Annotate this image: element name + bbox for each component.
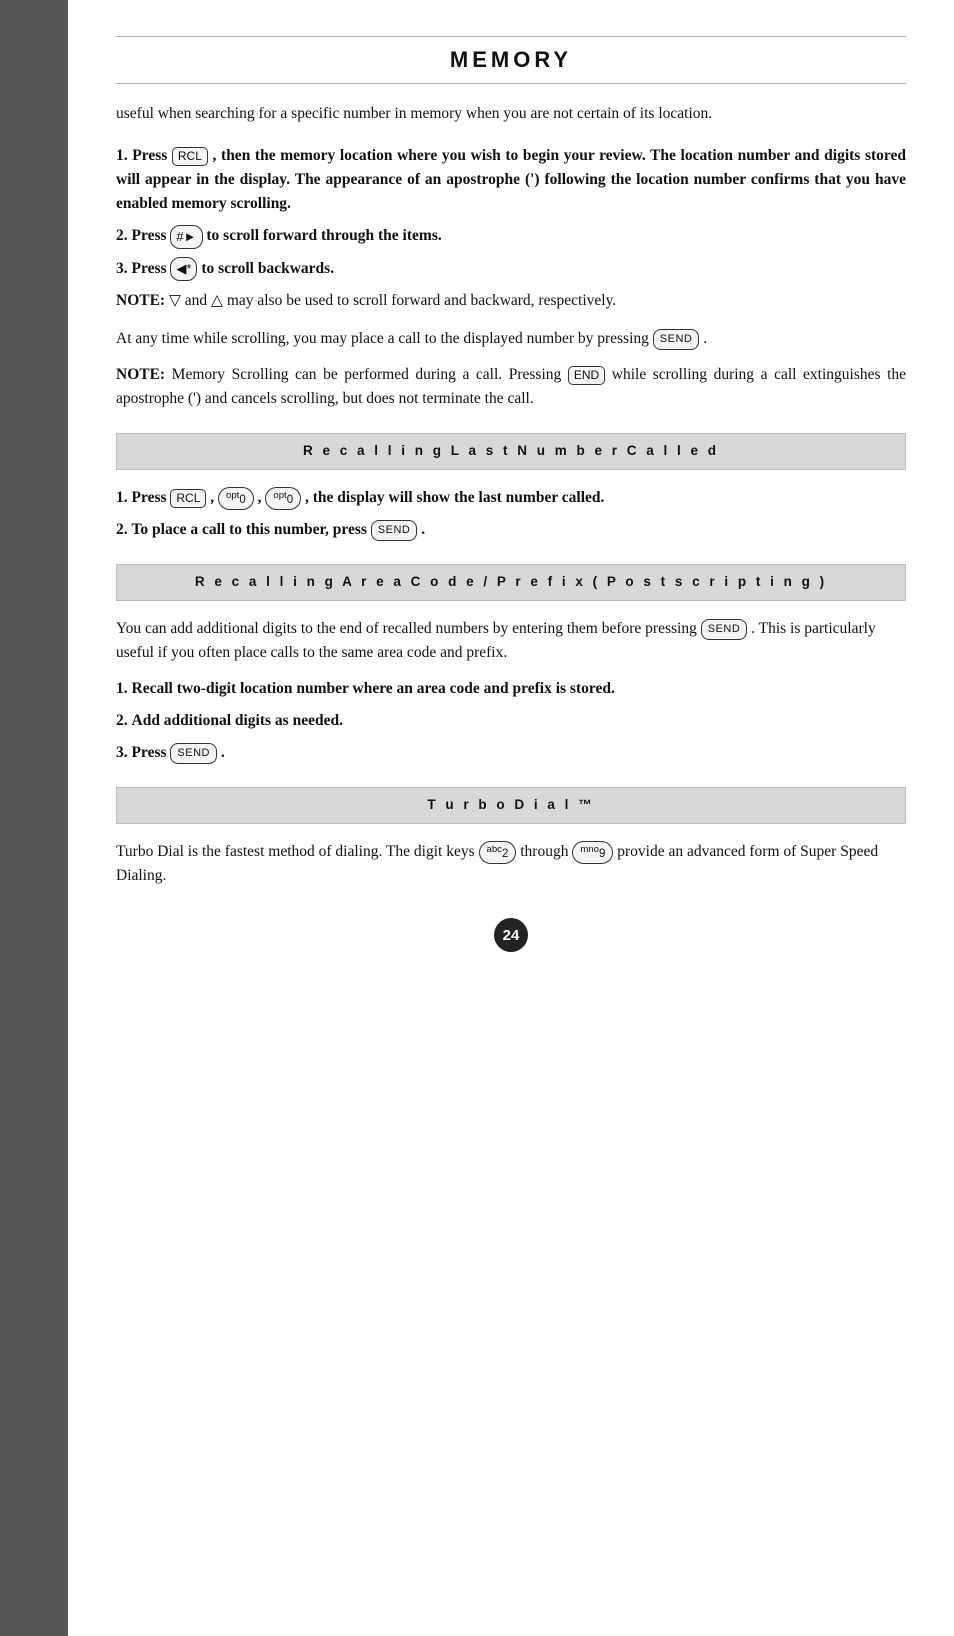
- section3-intro: You can add additional digits to the end…: [116, 617, 906, 665]
- rcl-button[interactable]: RCL: [172, 147, 208, 166]
- section3-header: R e c a l l i n g A r e a C o d e / P r …: [116, 564, 906, 601]
- opt0-btn2[interactable]: opt0: [265, 487, 301, 510]
- hash-forward-button[interactable]: #►: [170, 225, 202, 249]
- page-number: 24: [494, 918, 528, 952]
- section2-header: R e c a l l i n g L a s t N u m b e r C …: [116, 433, 906, 470]
- list-item: 1. Press RCL , then the memory location …: [116, 144, 906, 216]
- send-btn4[interactable]: SEND: [170, 743, 217, 764]
- intro-text: useful when searching for a specific num…: [116, 102, 906, 126]
- opt0-btn1[interactable]: opt0: [218, 487, 254, 510]
- star-back-button[interactable]: ◀*: [170, 257, 197, 281]
- digit9-btn[interactable]: mno9: [572, 841, 613, 864]
- section4-intro: Turbo Dial is the fastest method of dial…: [116, 840, 906, 888]
- list-item: 3. Press ◀* to scroll backwards.: [116, 257, 906, 282]
- list-item: 1. Recall two-digit location number wher…: [116, 677, 906, 701]
- section3-list: 1. Recall two-digit location number wher…: [116, 677, 906, 765]
- page-title: MEMORY: [116, 36, 906, 84]
- section4-header: T u r b o D i a l ™: [116, 787, 906, 824]
- para1: At any time while scrolling, you may pla…: [116, 327, 906, 351]
- note1: NOTE: ▽ and △ may also be used to scroll…: [116, 289, 906, 313]
- send-btn3[interactable]: SEND: [701, 619, 748, 640]
- left-sidebar: [0, 0, 68, 1636]
- section2-list: 1. Press RCL , opt0 , opt0 , the display…: [116, 486, 906, 542]
- send-button-inline[interactable]: SEND: [653, 329, 700, 350]
- end-button[interactable]: END: [568, 366, 605, 385]
- page-number-area: 24: [116, 918, 906, 952]
- list-item: 2. To place a call to this number, press…: [116, 518, 906, 542]
- rcl-btn2[interactable]: RCL: [170, 489, 206, 508]
- digit2-btn[interactable]: abc2: [479, 841, 517, 864]
- list-item: 1. Press RCL , opt0 , opt0 , the display…: [116, 486, 906, 510]
- list-item: 3. Press SEND .: [116, 741, 906, 765]
- send-btn2[interactable]: SEND: [371, 520, 418, 541]
- page-wrapper: MEMORY useful when searching for a speci…: [0, 0, 954, 1636]
- list-item: 2. Press #► to scroll forward through th…: [116, 224, 906, 249]
- section1-list: 1. Press RCL , then the memory location …: [116, 144, 906, 281]
- page-content: MEMORY useful when searching for a speci…: [68, 0, 954, 1636]
- note2: NOTE: Memory Scrolling can be performed …: [116, 363, 906, 411]
- list-item: 2. Add additional digits as needed.: [116, 709, 906, 733]
